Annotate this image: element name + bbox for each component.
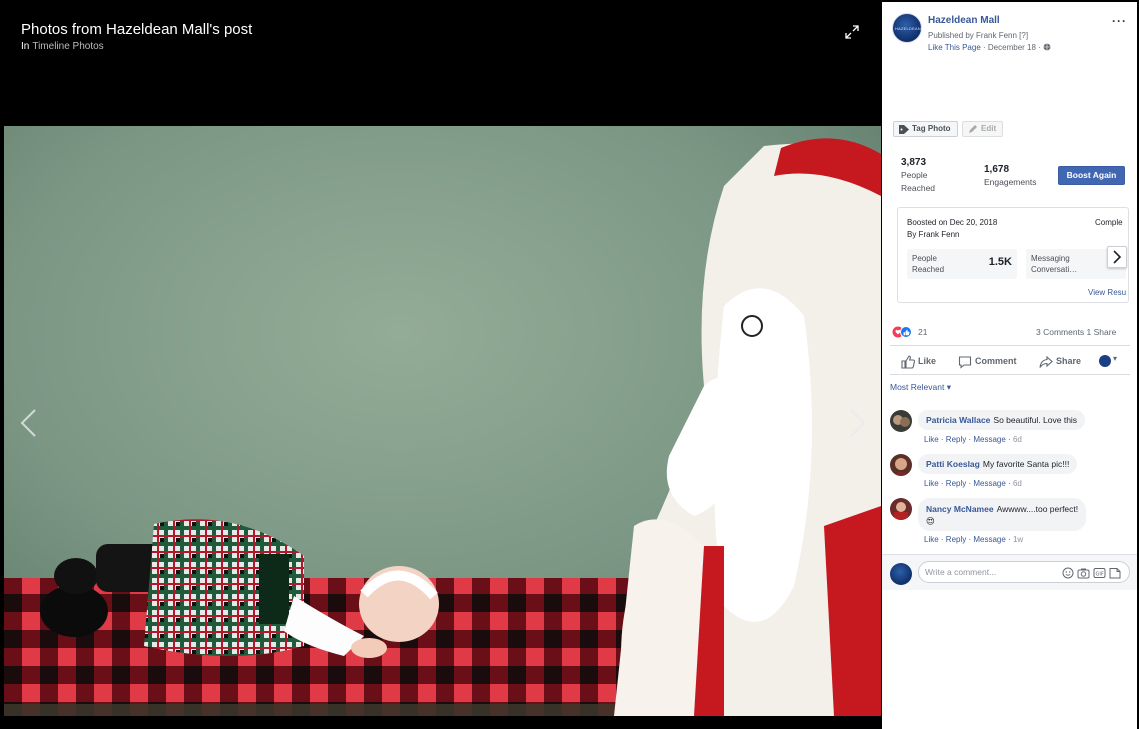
comment-emoji: 😍 (926, 516, 935, 526)
comment-message-link[interactable]: Message (973, 435, 1005, 444)
write-comment-bar: Write a comment... GIF (882, 554, 1137, 590)
photo-viewer: Photos from Hazeldean Mall's post In Time… (0, 0, 1139, 729)
post-date[interactable]: · December 18 · (983, 43, 1041, 52)
boost-status: Comple (1095, 218, 1123, 227)
next-photo-icon[interactable] (846, 408, 868, 438)
view-results-link[interactable]: View Resu (1088, 288, 1126, 297)
emoji-icon[interactable] (1062, 567, 1074, 579)
commenter-avatar[interactable] (890, 454, 912, 476)
comment-message-link[interactable]: Message (973, 479, 1005, 488)
comment-bubble: Patricia Wallace So beautiful. Love this (918, 410, 1086, 430)
post-as-avatar[interactable] (1099, 355, 1111, 367)
globe-icon (1043, 43, 1051, 51)
previous-photo-icon[interactable] (18, 408, 40, 438)
commenter-avatar[interactable] (890, 498, 912, 520)
viewer-title: Photos from Hazeldean Mall's post (21, 21, 253, 38)
like-page-row: Like This Page · December 18 · (928, 43, 1051, 52)
boosted-on: Boosted on Dec 20, 2018 (907, 218, 998, 227)
like-page-link[interactable]: Like This Page (928, 43, 981, 52)
comment-text: So beautiful. Love this (993, 415, 1078, 425)
reaction-icons[interactable] (892, 326, 916, 338)
photo-stage: Photos from Hazeldean Mall's post In Time… (4, 4, 881, 729)
comment-time[interactable]: 6d (1013, 479, 1022, 488)
divider (890, 374, 1130, 375)
viewer-subtitle: In Timeline Photos (21, 41, 104, 52)
tag-photo-button[interactable]: Tag Photo (893, 121, 958, 137)
comment-text: Awwww....too perfect! (996, 504, 1079, 514)
photo (4, 126, 881, 716)
comment-time[interactable]: 6d (1013, 435, 1022, 444)
viewer-avatar (890, 563, 912, 585)
comment-like-link[interactable]: Like (924, 435, 939, 444)
expand-icon[interactable] (844, 24, 860, 40)
tag-icon (899, 125, 909, 134)
carousel-next-button[interactable] (1107, 246, 1127, 268)
comment-author[interactable]: Patricia Wallace (926, 415, 990, 425)
comment-tools: GIF (1062, 567, 1121, 579)
edit-button[interactable]: Edit (962, 121, 1004, 137)
share-button[interactable]: Share (1039, 355, 1081, 369)
comment-like-link[interactable]: Like (924, 479, 939, 488)
comment-actions: Like · Reply · Message · 6d (924, 435, 1022, 444)
people-reached-stat: 3,873 People Reached (901, 157, 936, 193)
comment-bubble: Patti Koeslag My favorite Santa pic!!! (918, 454, 1078, 474)
share-icon (1039, 355, 1053, 368)
like-button[interactable]: Like (901, 355, 936, 369)
comment-actions: Like · Reply · Message · 6d (924, 479, 1022, 488)
comment-bubble: Nancy McNamee Awwww....too perfect! 😍 (918, 498, 1087, 531)
comment-sort-dropdown[interactable]: Most Relevant ▾ (890, 382, 951, 393)
reaction-count[interactable]: 21 (918, 327, 927, 337)
published-by: Published by Frank Fenn [?] (928, 31, 1029, 40)
boost-again-button[interactable]: Boost Again (1058, 166, 1125, 185)
more-options-icon[interactable]: ··· (1112, 14, 1127, 28)
page-avatar[interactable]: HAZELDEAN (892, 13, 922, 43)
comment-time[interactable]: 1w (1013, 535, 1023, 544)
svg-text:GIF: GIF (1096, 572, 1104, 578)
boosted-by: By Frank Fenn (907, 230, 960, 239)
post-panel: HAZELDEAN Hazeldean Mall Published by Fr… (882, 2, 1137, 729)
comment-actions: Like · Reply · Message · 1w (924, 535, 1024, 544)
comment-like-link[interactable]: Like (924, 535, 939, 544)
comment-reply-link[interactable]: Reply (946, 535, 966, 544)
album-prefix: In (21, 41, 30, 52)
page-name[interactable]: Hazeldean Mall (928, 15, 1000, 26)
thumbs-up-icon (901, 355, 915, 369)
comment-reply-link[interactable]: Reply (946, 435, 966, 444)
album-link[interactable]: Timeline Photos (32, 41, 103, 52)
boost-summary-card: Boosted on Dec 20, 2018 By Frank Fenn Co… (897, 207, 1129, 303)
comment-icon (958, 356, 972, 369)
commenter-avatar[interactable] (890, 410, 912, 432)
comment-text: My favorite Santa pic!!! (982, 459, 1070, 469)
post-as-dropdown[interactable]: ▾ (1113, 354, 1117, 363)
chevron-right-icon (1113, 250, 1122, 264)
comment-reply-link[interactable]: Reply (946, 479, 966, 488)
comment-author[interactable]: Patti Koeslag (926, 459, 980, 469)
comment-author[interactable]: Nancy McNamee (926, 504, 994, 514)
people-reached-metric: People Reached 1.5K (907, 249, 1017, 279)
sticker-icon[interactable] (1109, 568, 1121, 579)
comments-shares-count[interactable]: 3 Comments 1 Share (1036, 327, 1116, 337)
comment-message-link[interactable]: Message (973, 535, 1005, 544)
camera-icon[interactable] (1077, 568, 1090, 579)
comment-button[interactable]: Comment (958, 355, 1017, 369)
engagements-stat: 1,678 Engagements (984, 164, 1037, 187)
gif-icon[interactable]: GIF (1093, 568, 1106, 578)
pencil-icon (969, 125, 977, 133)
divider (890, 345, 1130, 346)
